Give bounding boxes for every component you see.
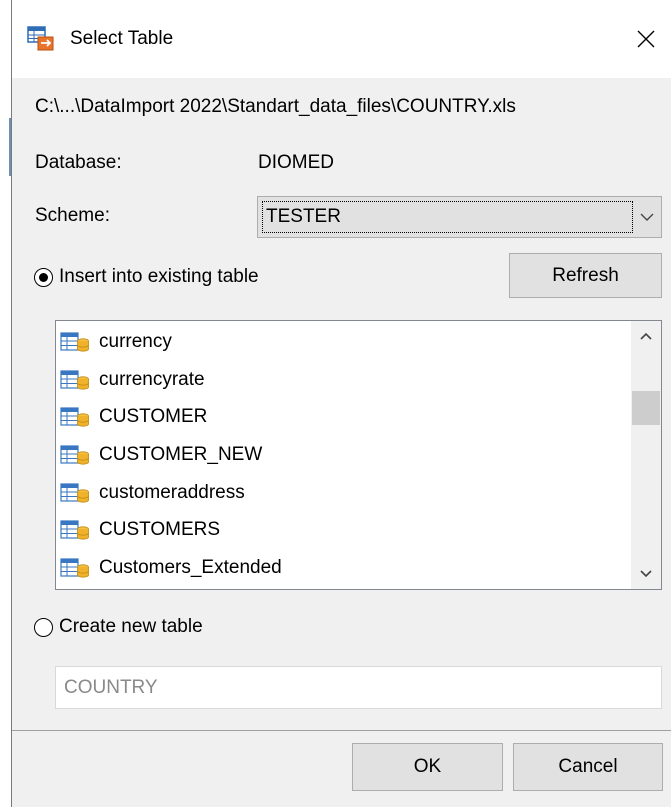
- source-file-path: C:\...\DataImport 2022\Standart_data_fil…: [35, 96, 516, 117]
- existing-tables-list[interactable]: currency currencyrate CUSTOMER CUSTOMER_NEW…: [55, 320, 662, 590]
- footer-separator: [12, 730, 671, 731]
- database-table-icon: [60, 407, 89, 427]
- list-scrollbar[interactable]: [631, 321, 661, 589]
- table-list-item[interactable]: CUSTOMER_NEW: [56, 436, 631, 474]
- table-list-item[interactable]: currencyrate: [56, 361, 631, 399]
- radio-button-unchecked[interactable]: [34, 617, 53, 637]
- title-bar: Select Table: [12, 0, 671, 78]
- insert-existing-radio[interactable]: Insert into existing table: [34, 266, 259, 288]
- select-table-dialog: Select Table C:\...\DataImport 2022\Stan…: [11, 0, 671, 807]
- scheme-selected-value: TESTER: [266, 206, 341, 227]
- dialog-title: Select Table: [70, 28, 174, 49]
- database-table-icon: [60, 482, 89, 503]
- table-name: Customers_Extended: [99, 556, 282, 578]
- table-list-item[interactable]: CUSTOMERS: [56, 511, 631, 549]
- table-list-items: currency currencyrate CUSTOMER CUSTOMER_NEW…: [56, 321, 631, 587]
- select-table-icon: [27, 26, 54, 51]
- table-name: CUSTOMER: [99, 406, 208, 428]
- table-list-item[interactable]: CUSTOMER: [56, 398, 631, 436]
- chevron-down-icon: [640, 213, 654, 221]
- database-table-icon: [60, 445, 89, 465]
- scroll-up-button[interactable]: [631, 321, 661, 351]
- scrollbar-thumb[interactable]: [632, 391, 660, 425]
- refresh-button[interactable]: Refresh: [509, 253, 662, 298]
- database-value: DIOMED: [258, 152, 334, 173]
- cancel-button[interactable]: Cancel: [513, 743, 663, 791]
- database-table-icon: [60, 369, 89, 390]
- database-label: Database:: [35, 152, 122, 173]
- database-table-icon: [60, 558, 89, 578]
- table-name: currency: [99, 330, 172, 352]
- radio-button-checked[interactable]: [34, 267, 53, 287]
- close-button[interactable]: [621, 14, 671, 64]
- table-name: CUSTOMER_NEW: [99, 443, 263, 465]
- table-name: customeraddress: [99, 481, 245, 503]
- insert-existing-label: Insert into existing table: [59, 266, 259, 287]
- scheme-label: Scheme:: [35, 205, 110, 226]
- chevron-down-icon: [640, 570, 652, 578]
- chevron-up-icon: [640, 332, 652, 340]
- radio-dot: [39, 272, 48, 282]
- new-table-name-input[interactable]: [55, 666, 662, 709]
- ok-button[interactable]: OK: [352, 743, 503, 791]
- table-list-item[interactable]: customeraddress: [56, 474, 631, 512]
- create-new-radio[interactable]: Create new table: [34, 616, 203, 638]
- database-table-icon: [60, 520, 89, 540]
- scroll-down-button[interactable]: [631, 559, 661, 589]
- background-window-edge: [0, 0, 11, 807]
- scheme-dropdown[interactable]: TESTER: [257, 196, 662, 238]
- close-icon: [637, 30, 655, 48]
- create-new-label: Create new table: [59, 616, 203, 637]
- table-name: CUSTOMERS: [99, 519, 221, 541]
- table-list-item[interactable]: currency: [56, 323, 631, 361]
- database-table-icon: [60, 332, 89, 352]
- table-name: currencyrate: [99, 368, 205, 390]
- table-list-item[interactable]: Customers_Extended: [56, 549, 631, 587]
